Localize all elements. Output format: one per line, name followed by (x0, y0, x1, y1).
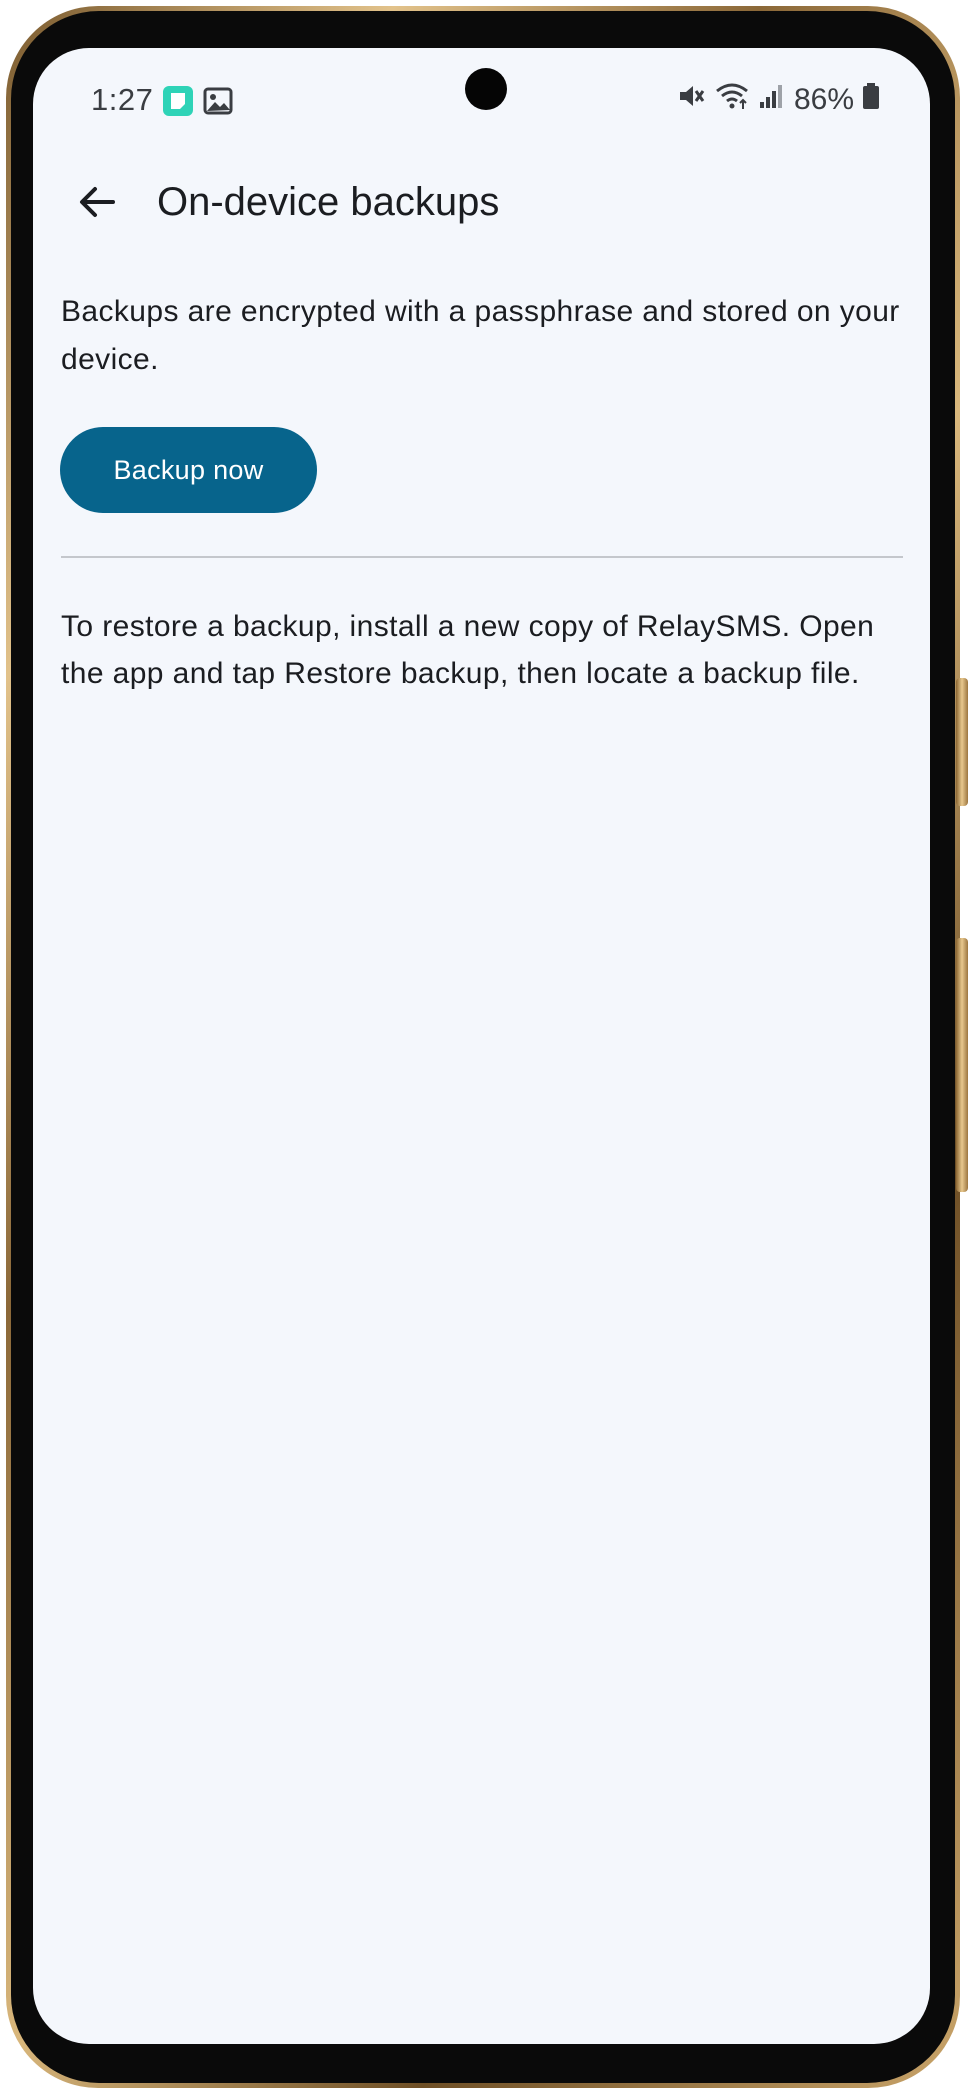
app-bar: On-device backups (33, 158, 930, 254)
section-divider (61, 556, 903, 558)
status-time: 1:27 (91, 82, 154, 117)
mute-icon (676, 81, 706, 119)
status-bar: 1:27 86% (33, 48, 930, 148)
backup-description: Backups are encrypted with a passphrase … (61, 295, 900, 376)
page-title: On-device backups (157, 180, 500, 224)
app-notification-icon (163, 86, 193, 116)
status-right-group: 86% (676, 82, 880, 118)
image-icon (203, 86, 233, 116)
volume-button (956, 678, 968, 806)
battery-icon (862, 81, 880, 119)
backup-now-button[interactable]: Backup now (60, 427, 317, 513)
power-button (956, 938, 968, 1192)
battery-percent: 86% (793, 83, 854, 116)
back-button[interactable] (65, 172, 129, 236)
signal-icon (758, 81, 786, 119)
arrow-back-icon (77, 182, 117, 227)
app-screen: 1:27 86% On-device backups Backups are e… (33, 48, 930, 2044)
restore-instructions: To restore a backup, install a new copy … (61, 610, 875, 690)
wifi-icon (714, 81, 750, 119)
